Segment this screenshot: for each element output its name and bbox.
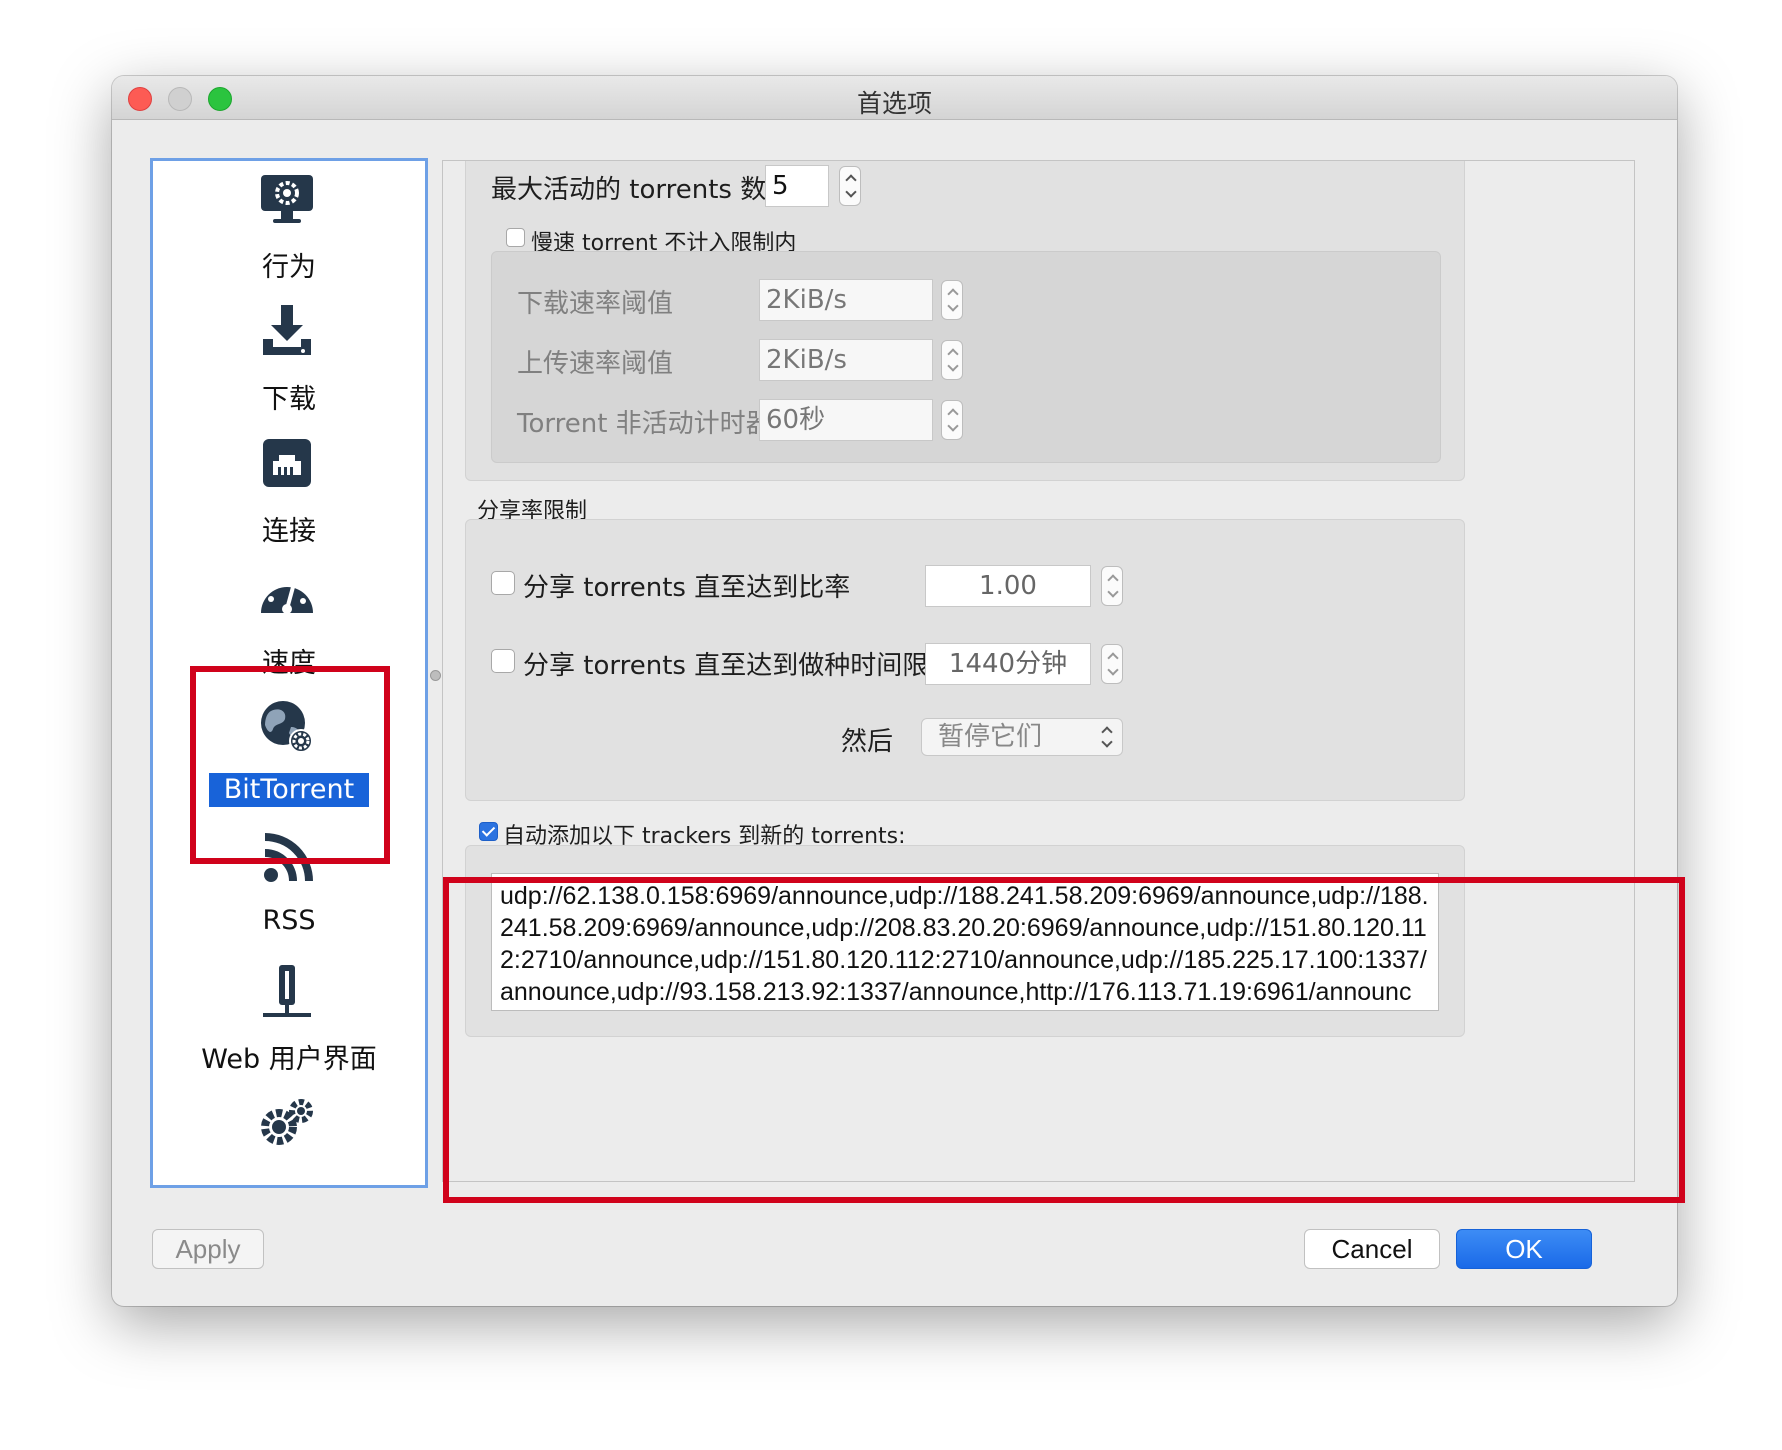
apply-button[interactable]: Apply — [152, 1229, 264, 1269]
sidebar-item-label: 行为 — [262, 252, 316, 283]
rss-icon — [264, 833, 313, 882]
inactivity-timer-label: Torrent 非活动计时器 — [517, 409, 772, 439]
auto-add-trackers-checkbox[interactable] — [479, 822, 498, 841]
then-action-label: 然后 — [841, 727, 894, 757]
then-action-select[interactable]: 暂停它们 — [921, 718, 1123, 756]
usb-stick-icon — [263, 965, 311, 1017]
sidebar-item-advanced[interactable] — [153, 1085, 425, 1145]
ok-button[interactable]: OK — [1456, 1229, 1592, 1269]
then-action-value: 暂停它们 — [938, 722, 1043, 752]
seeding-time-label: 分享 torrents 直至达到做种时间限制 — [523, 651, 955, 681]
sidebar-item-webui[interactable]: Web 用户界面 — [153, 953, 425, 1093]
upload-threshold-label: 上传速率阈值 — [517, 349, 674, 379]
preferences-window: 首选项 行为 下载 连接 速度 BitTorrent RSS Web 用户界面 … — [112, 76, 1677, 1306]
sidebar-item-label: Web 用户界面 — [201, 1044, 377, 1075]
share-ratio-checkbox[interactable] — [491, 571, 515, 595]
upload-threshold-input[interactable]: 2KiB/s — [759, 339, 933, 381]
sidebar-item-bittorrent[interactable]: BitTorrent — [153, 689, 425, 829]
sidebar-item-label: BitTorrent — [209, 773, 369, 807]
max-active-torrents-stepper[interactable] — [839, 166, 861, 206]
trackers-textarea[interactable]: udp://62.138.0.158:6969/announce,udp://1… — [491, 873, 1439, 1011]
network-port-icon — [263, 439, 311, 487]
sidebar-item-behavior[interactable]: 行为 — [153, 161, 425, 301]
monitor-gear-icon — [261, 175, 313, 223]
sidebar-item-label: 下载 — [262, 384, 316, 415]
gears-icon — [261, 1099, 313, 1145]
max-active-torrents-input[interactable]: 5 — [765, 165, 829, 207]
title-bar: 首选项 — [112, 76, 1677, 120]
sidebar-item-downloads[interactable]: 下载 — [153, 293, 425, 433]
globe-gear-icon — [261, 701, 313, 753]
window-title: 首选项 — [856, 89, 932, 118]
sidebar-item-speed[interactable]: 速度 — [153, 557, 425, 697]
sidebar-item-label: RSS — [262, 905, 316, 936]
sidebar-item-connection[interactable]: 连接 — [153, 425, 425, 565]
sidebar-item-label: 速度 — [262, 648, 316, 679]
cancel-button[interactable]: Cancel — [1304, 1229, 1440, 1269]
updown-chevron-icon — [1100, 723, 1114, 751]
upload-threshold-stepper[interactable] — [941, 340, 963, 380]
share-ratio-stepper[interactable] — [1101, 566, 1123, 606]
splitter-handle[interactable] — [430, 670, 441, 681]
sidebar-item-rss[interactable]: RSS — [153, 821, 425, 961]
inactivity-timer-input[interactable]: 60秒 — [759, 399, 933, 441]
seeding-time-checkbox[interactable] — [491, 649, 515, 673]
inactivity-timer-stepper[interactable] — [941, 400, 963, 440]
download-icon — [263, 305, 311, 355]
share-ratio-input[interactable]: 1.00 — [925, 565, 1091, 607]
download-threshold-stepper[interactable] — [941, 280, 963, 320]
share-ratio-label: 分享 torrents 直至达到比率 — [523, 573, 851, 603]
download-threshold-input[interactable]: 2KiB/s — [759, 279, 933, 321]
bittorrent-settings-panel[interactable]: 最大活动的 torrents 数: 5 慢速 torrent 不计入限制内 下载… — [442, 160, 1635, 1182]
seeding-time-stepper[interactable] — [1101, 644, 1123, 684]
sidebar-item-label: 连接 — [262, 516, 316, 547]
max-active-torrents-label: 最大活动的 torrents 数: — [491, 175, 775, 205]
slow-torrents-checkbox[interactable] — [506, 228, 525, 247]
seeding-time-input[interactable]: 1440分钟 — [925, 643, 1091, 685]
download-threshold-label: 下载速率阈值 — [517, 289, 674, 319]
category-sidebar[interactable]: 行为 下载 连接 速度 BitTorrent RSS Web 用户界面 — [150, 158, 428, 1188]
speedometer-icon — [261, 576, 313, 614]
